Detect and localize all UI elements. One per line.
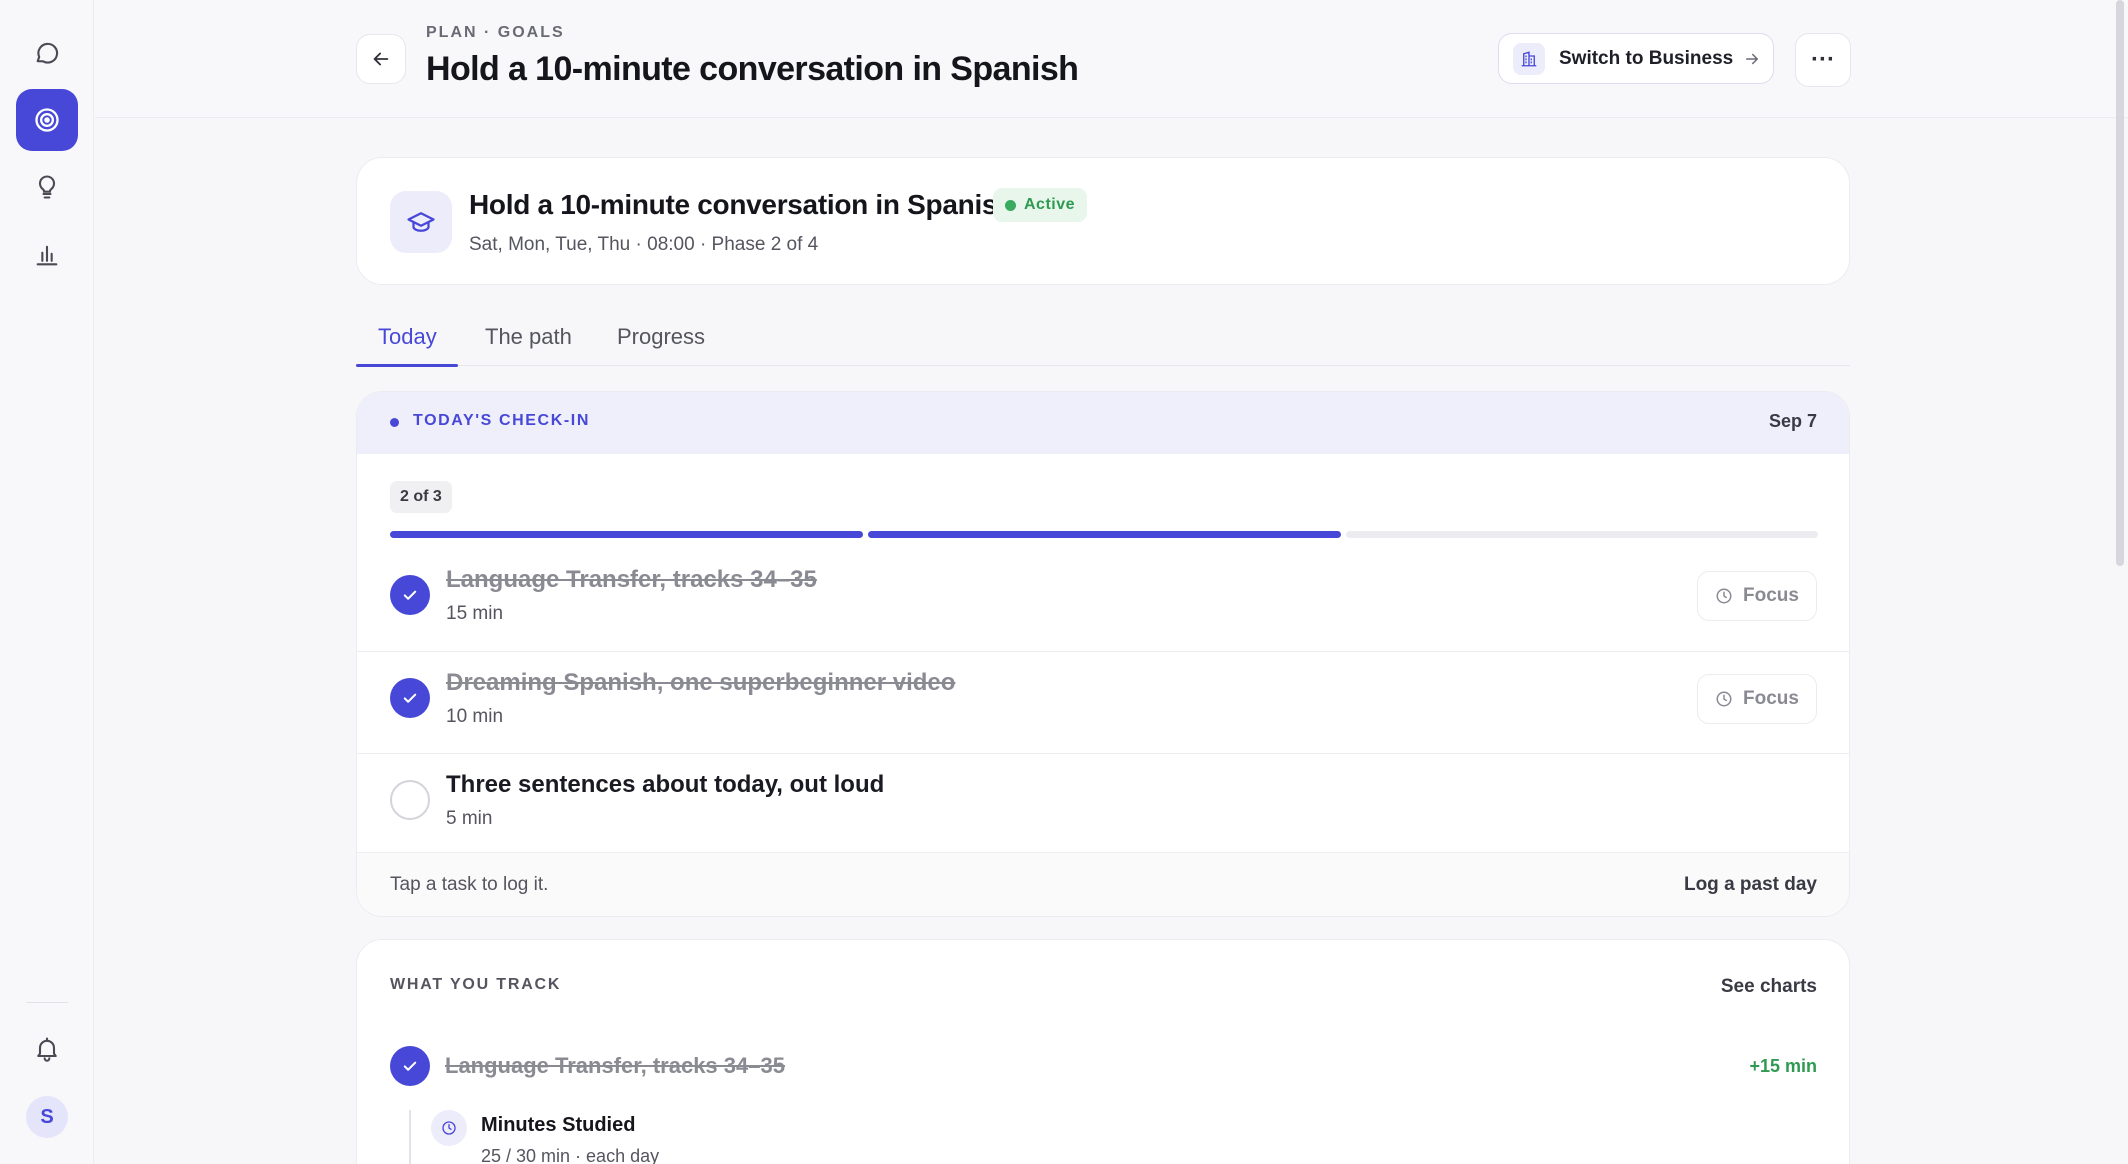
clock-icon	[1716, 588, 1732, 604]
tracking-card: WHAT YOU TRACK See charts Language Trans…	[356, 939, 1850, 1164]
bar-chart-icon	[36, 245, 58, 266]
nav-stats-button[interactable]	[16, 224, 78, 286]
tracking-label: WHAT YOU TRACK	[390, 976, 562, 993]
task-title: Language Transfer, tracks 34–35	[446, 566, 817, 593]
sidebar: S	[0, 0, 94, 1164]
notifications-button[interactable]	[16, 1018, 78, 1080]
focus-button[interactable]: Focus	[1697, 674, 1817, 724]
tracked-task-title: Language Transfer, tracks 34–35	[445, 1053, 785, 1078]
focus-label: Focus	[1743, 688, 1799, 709]
building-icon	[1513, 42, 1545, 75]
task-row[interactable]: Dreaming Spanish, one superbeginner vide…	[357, 651, 1849, 753]
tracking-connector-line	[409, 1110, 411, 1164]
task-duration: 5 min	[446, 808, 493, 829]
status-label: Active	[1024, 196, 1076, 213]
target-icon	[35, 108, 59, 132]
tracked-task-delta: +15 min	[1749, 1056, 1817, 1076]
task-row[interactable]: Language Transfer, tracks 34–35 15 min F…	[357, 549, 1849, 651]
tab-bar: Today The path Progress	[356, 316, 1850, 367]
nav-goals-button[interactable]	[16, 89, 78, 151]
see-charts-link[interactable]: See charts	[1721, 976, 1817, 998]
task-duration: 15 min	[446, 603, 504, 624]
bell-icon	[37, 1037, 57, 1062]
task-row[interactable]: Three sentences about today, out loud 5 …	[357, 753, 1849, 855]
task-title: Dreaming Spanish, one superbeginner vide…	[446, 669, 956, 696]
progress-segment	[390, 531, 863, 538]
focus-button[interactable]: Focus	[1697, 571, 1817, 621]
back-button[interactable]	[356, 34, 406, 84]
checkin-date: Sep 7	[1768, 411, 1817, 431]
goal-summary-card: Hold a 10-minute conversation in Spanish…	[356, 157, 1850, 285]
clock-icon	[431, 1110, 467, 1146]
checkin-dot	[390, 418, 399, 427]
chat-bubble-icon	[36, 42, 59, 64]
switch-to-business-label: Switch to Business	[1559, 47, 1734, 69]
avatar[interactable]: S	[26, 1096, 68, 1138]
status-dot	[1005, 199, 1016, 211]
task-duration: 10 min	[446, 706, 504, 727]
tab-active-indicator	[356, 364, 458, 367]
task-checkbox[interactable]	[390, 678, 430, 718]
goal-schedule: Sat, Mon, Tue, Thu · 08:00 · Phase 2 of …	[469, 234, 819, 255]
tab-progress[interactable]: Progress	[617, 324, 705, 350]
arrow-right-icon	[1743, 50, 1761, 68]
check-icon	[403, 1061, 417, 1071]
tab-today[interactable]: Today	[378, 324, 437, 350]
tracked-task-checkbox[interactable]	[390, 1046, 430, 1086]
checkin-card: TODAY'S CHECK-IN Sep 7 2 of 3 Language T…	[356, 391, 1850, 917]
lightbulb-icon	[38, 175, 56, 199]
nav-chat-button[interactable]	[16, 22, 78, 84]
task-title: Three sentences about today, out loud	[446, 771, 885, 798]
clock-icon	[1716, 691, 1732, 707]
progress-segment	[1346, 531, 1818, 538]
status-badge: Active	[993, 188, 1088, 222]
arrow-left-icon	[373, 52, 389, 66]
focus-label: Focus	[1743, 585, 1799, 606]
check-icon	[403, 590, 417, 600]
task-checkbox[interactable]	[390, 780, 430, 820]
tab-the-path[interactable]: The path	[485, 324, 572, 350]
completion-count: 2 of 3	[390, 481, 452, 513]
more-options-button[interactable]: ···	[1795, 33, 1851, 87]
goal-title: Hold a 10-minute conversation in Spanish	[469, 189, 1014, 220]
switch-to-business-button[interactable]: Switch to Business	[1498, 33, 1774, 84]
breadcrumb: PLAN · GOALS	[426, 24, 565, 41]
page-title: Hold a 10-minute conversation in Spanish	[426, 50, 1079, 88]
page-header: PLAN · GOALS Hold a 10-minute conversati…	[95, 0, 2128, 118]
log-past-day-link[interactable]: Log a past day	[1684, 874, 1817, 896]
graduation-cap-icon	[390, 191, 452, 253]
ellipsis-icon: ···	[1811, 46, 1835, 73]
task-checkbox[interactable]	[390, 575, 430, 615]
checkin-label: TODAY'S CHECK-IN	[413, 412, 590, 429]
page-scrollbar[interactable]	[2116, 0, 2124, 566]
checkin-hint: Tap a task to log it.	[390, 874, 549, 895]
sidebar-divider	[26, 1002, 68, 1003]
nav-ideas-button[interactable]	[16, 156, 78, 218]
checkin-footer: Tap a task to log it. Log a past day	[357, 852, 1849, 916]
metric-progress: 25 / 30 min · each day	[481, 1146, 660, 1164]
metric-title: Minutes Studied	[481, 1114, 636, 1136]
check-icon	[403, 693, 417, 703]
progress-segment	[868, 531, 1341, 538]
checkin-header: TODAY'S CHECK-IN Sep 7	[357, 392, 1849, 454]
